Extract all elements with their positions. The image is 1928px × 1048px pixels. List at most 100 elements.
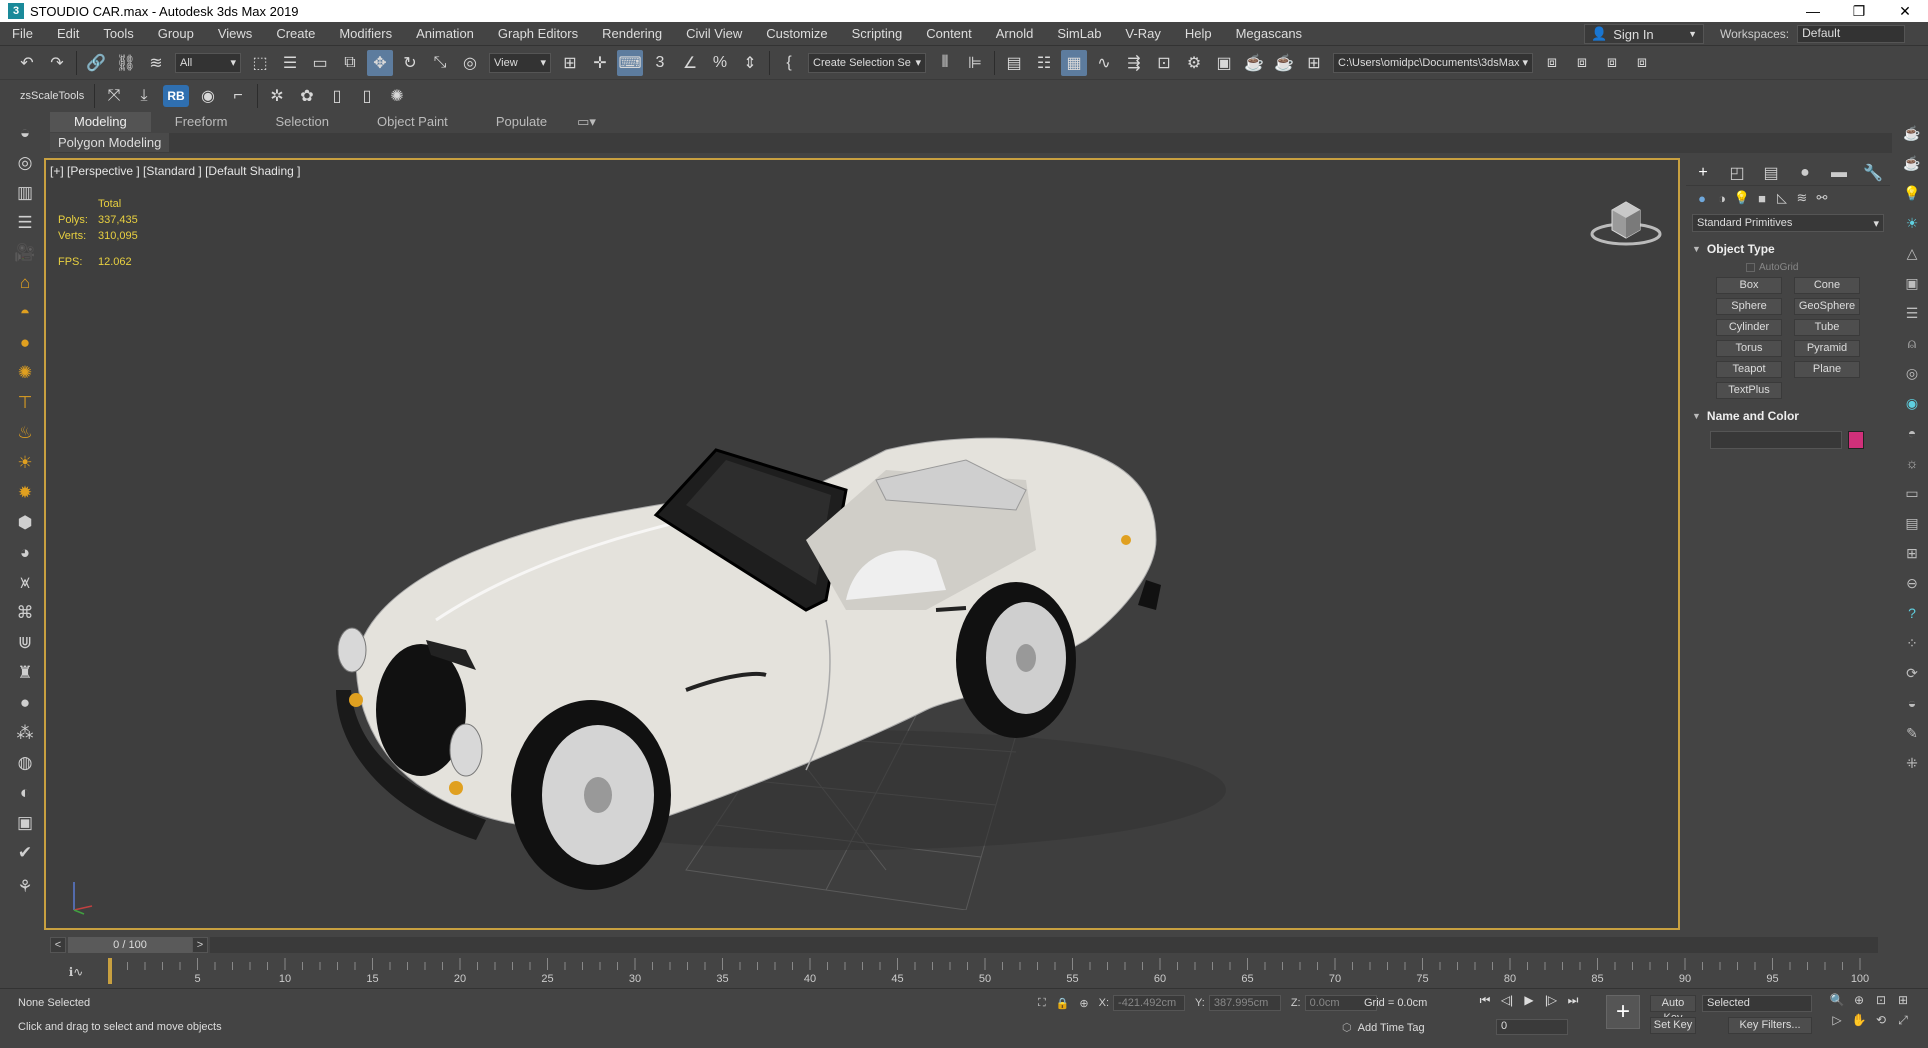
ribbon-options-icon[interactable]: ▭▾ — [571, 112, 602, 132]
plugin-2-icon[interactable]: ✿ — [294, 83, 320, 109]
menu-rendering[interactable]: Rendering — [590, 26, 674, 41]
scene-explorer-icon[interactable]: ▦ — [1061, 49, 1087, 76]
reference-coord-dropdown[interactable]: View ▾ — [489, 52, 551, 73]
systems-icon[interactable]: ⚯ — [1812, 190, 1832, 206]
brush-tool-icon[interactable]: ◓ — [1900, 421, 1924, 445]
zoom-icon[interactable]: 🔍 — [1826, 993, 1848, 1013]
sun-icon[interactable]: ☀ — [12, 450, 38, 476]
render-tool-1-icon[interactable]: ☕ — [1900, 121, 1924, 145]
minimize-button[interactable]: — — [1790, 3, 1836, 20]
x-coordinate-field[interactable]: -421.492cm — [1113, 995, 1186, 1011]
select-by-name-icon[interactable]: ☰ — [277, 50, 303, 76]
hierarchy-tab-icon[interactable]: ▤ — [1757, 163, 1785, 183]
time-prev-button[interactable]: < — [50, 937, 66, 953]
menu-megascans[interactable]: Megascans — [1224, 26, 1314, 41]
plugin-5-icon[interactable]: ✺ — [384, 83, 410, 109]
orbit-icon[interactable]: ◎ — [12, 150, 38, 176]
auto-key-button[interactable]: Auto Key — [1650, 995, 1696, 1024]
rb-button[interactable]: RB — [163, 85, 189, 107]
workspaces-selector[interactable]: Workspaces: Default — [1720, 24, 1928, 44]
track-bar[interactable]: 5 10 15 20 25 30 35 40 45 50 55 60 65 70 75 80 85 90 95 100 — [100, 958, 1880, 986]
curve-editor-icon[interactable]: ∿ — [1091, 50, 1117, 76]
plugin-icon[interactable]: ▣ — [12, 810, 38, 836]
box-icon[interactable]: ▥ — [12, 180, 38, 206]
window-crossing-icon[interactable]: ⧉ — [337, 50, 363, 76]
render-in-cloud-icon[interactable]: ⊞ — [1301, 50, 1327, 76]
y-coordinate-field[interactable]: 387.995cm — [1208, 995, 1281, 1011]
menu-file[interactable]: File — [0, 26, 45, 41]
rect-selection-icon[interactable]: ▭ — [307, 50, 333, 76]
absolute-mode-icon[interactable]: ⊕ — [1079, 997, 1088, 1010]
saucer-icon[interactable]: ⊖ — [1900, 571, 1924, 595]
car-model[interactable] — [326, 350, 1436, 910]
select-manipulate-icon[interactable]: ✛ — [587, 50, 613, 76]
orbit-tool-icon[interactable]: ⟳ — [1900, 661, 1924, 685]
keyboard-shortcut-override-icon[interactable]: ⌨ — [617, 49, 643, 76]
menu-civil-view[interactable]: Civil View — [674, 26, 754, 41]
list-icon[interactable]: ☰ — [12, 210, 38, 236]
tab-object-paint[interactable]: Object Paint — [353, 112, 472, 132]
help-icon[interactable]: ? — [1900, 601, 1924, 625]
project-open-icon[interactable]: ⧈ — [1569, 50, 1595, 76]
plugin-3-icon[interactable]: ▯ — [324, 83, 350, 109]
spot-icon[interactable]: ⊤ — [12, 390, 38, 416]
render-setup-icon[interactable]: ⚙ — [1181, 50, 1207, 76]
set-key-button[interactable]: Set Key — [1650, 1017, 1696, 1034]
restore-button[interactable]: ❐ — [1836, 3, 1882, 20]
menu-customize[interactable]: Customize — [754, 26, 839, 41]
sun-tool-icon[interactable]: ☀ — [1900, 211, 1924, 235]
pan-icon[interactable]: ✋ — [1848, 1013, 1870, 1033]
name-color-header[interactable]: ▼ Name and Color — [1692, 407, 1884, 425]
spinner-snap-icon[interactable]: ⇕ — [737, 50, 763, 76]
light-bulb-icon[interactable]: 💡 — [1900, 181, 1924, 205]
menu-simlab[interactable]: SimLab — [1045, 26, 1113, 41]
maximize-viewport-icon[interactable]: ⤢ — [1892, 1013, 1914, 1033]
bulb-outline-icon[interactable]: ☼ — [1900, 451, 1924, 475]
teapot-button[interactable]: Teapot — [1716, 361, 1782, 378]
swirl-tool-icon[interactable]: ◎ — [1900, 361, 1924, 385]
isolate-icon[interactable]: ⛶ — [1038, 997, 1046, 1010]
textplus-button[interactable]: TextPlus — [1716, 382, 1782, 399]
frame-tool-icon[interactable]: ▣ — [1900, 271, 1924, 295]
current-frame-field[interactable]: 0 — [1496, 1019, 1568, 1035]
time-slider-handle[interactable]: 0 / 100 — [68, 937, 192, 953]
named-selection-dropdown[interactable]: Create Selection Se ▾ — [808, 52, 926, 73]
menu-graph-editors[interactable]: Graph Editors — [486, 26, 590, 41]
render-iterative-icon[interactable]: ☕ — [1271, 50, 1297, 76]
walk-icon[interactable]: ⚘ — [12, 874, 38, 900]
previous-frame-icon[interactable]: ◁| — [1496, 993, 1518, 1011]
viewport-label[interactable]: [+] [Perspective ] [Standard ] [Default … — [50, 164, 300, 178]
swirl-icon[interactable]: ◉ — [195, 83, 221, 109]
rotate-icon[interactable]: ↻ — [397, 50, 423, 76]
menu-content[interactable]: Content — [914, 26, 984, 41]
material-editor-icon[interactable]: ⊡ — [1151, 50, 1177, 76]
placement-icon[interactable]: ◎ — [457, 50, 483, 76]
fit-scale-icon[interactable]: ⤧ — [101, 83, 127, 109]
pen-tool-icon[interactable]: ✎ — [1900, 721, 1924, 745]
teapot-icon[interactable]: ◒ — [12, 120, 38, 146]
box-button[interactable]: Box — [1716, 277, 1782, 294]
globe-icon[interactable]: ◕ — [12, 540, 38, 566]
cone-tool-icon[interactable]: △ — [1900, 241, 1924, 265]
cylinder-button[interactable]: Cylinder — [1716, 319, 1782, 336]
tube-button[interactable]: Tube — [1794, 319, 1860, 336]
schematic-view-icon[interactable]: ⇶ — [1121, 50, 1147, 76]
cube-icon[interactable]: ⬢ — [12, 510, 38, 536]
project-folder-icon[interactable]: ⧈ — [1539, 50, 1565, 76]
sunburst-icon[interactable]: ✹ — [12, 480, 38, 506]
sphere-icon[interactable]: ● — [12, 330, 38, 356]
torus-button[interactable]: Torus — [1716, 340, 1782, 357]
unlink-icon[interactable]: ⛓ — [113, 50, 139, 76]
curve-editor-mini-icon[interactable]: ℹ∿ — [56, 958, 96, 986]
transform-tool-icon[interactable]: ⁜ — [1900, 751, 1924, 775]
rendered-frame-window-icon[interactable]: ▣ — [1211, 50, 1237, 76]
zoom-extents-all-icon[interactable]: ⊞ — [1892, 993, 1914, 1013]
go-to-end-icon[interactable]: ⏭ — [1562, 993, 1584, 1011]
utilities-tab-icon[interactable]: 🔧 — [1859, 163, 1887, 183]
menu-scripting[interactable]: Scripting — [840, 26, 915, 41]
project-save-icon[interactable]: ⧈ — [1599, 50, 1625, 76]
close-button[interactable]: ✕ — [1882, 3, 1928, 20]
project-settings-icon[interactable]: ⧈ — [1629, 50, 1655, 76]
pyramid-button[interactable]: Pyramid — [1794, 340, 1860, 357]
mix-icon[interactable]: ◐ — [12, 780, 38, 806]
